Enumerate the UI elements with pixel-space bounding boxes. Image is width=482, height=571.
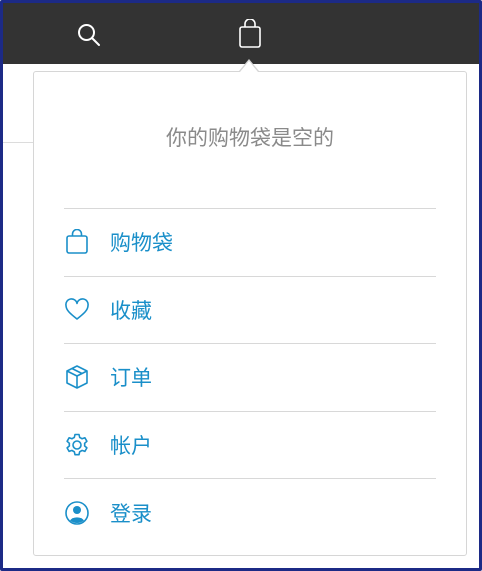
menu-item-label: 登录	[110, 501, 152, 526]
menu-item-label: 订单	[110, 366, 152, 391]
menu-item-bag[interactable]: 购物袋	[64, 209, 436, 277]
background-divider	[3, 142, 33, 143]
menu-item-label: 收藏	[110, 298, 152, 323]
empty-bag-message: 你的购物袋是空的	[166, 126, 334, 150]
heart-icon	[64, 297, 90, 323]
menu-item-favorites[interactable]: 收藏	[64, 277, 436, 344]
shopping-bag-button[interactable]	[231, 15, 269, 53]
popover-caret	[240, 61, 258, 72]
menu-item-label: 帐户	[110, 433, 152, 458]
top-nav-bar	[3, 3, 479, 64]
account-menu: 购物袋 收藏 订单 帐户 登录	[64, 208, 436, 547]
shopping-bag-icon	[239, 19, 261, 48]
gear-icon	[64, 432, 90, 458]
person-icon	[64, 500, 90, 526]
menu-item-orders[interactable]: 订单	[64, 344, 436, 412]
search-button[interactable]	[71, 17, 107, 53]
search-icon	[78, 24, 100, 46]
box-icon	[64, 364, 90, 390]
menu-item-label: 购物袋	[110, 231, 173, 256]
shopping-bag-popover: 你的购物袋是空的 购物袋 收藏 订单 帐户 登录	[33, 71, 467, 556]
menu-item-account[interactable]: 帐户	[64, 412, 436, 479]
menu-item-login[interactable]: 登录	[64, 479, 436, 547]
bag-icon	[64, 229, 90, 255]
